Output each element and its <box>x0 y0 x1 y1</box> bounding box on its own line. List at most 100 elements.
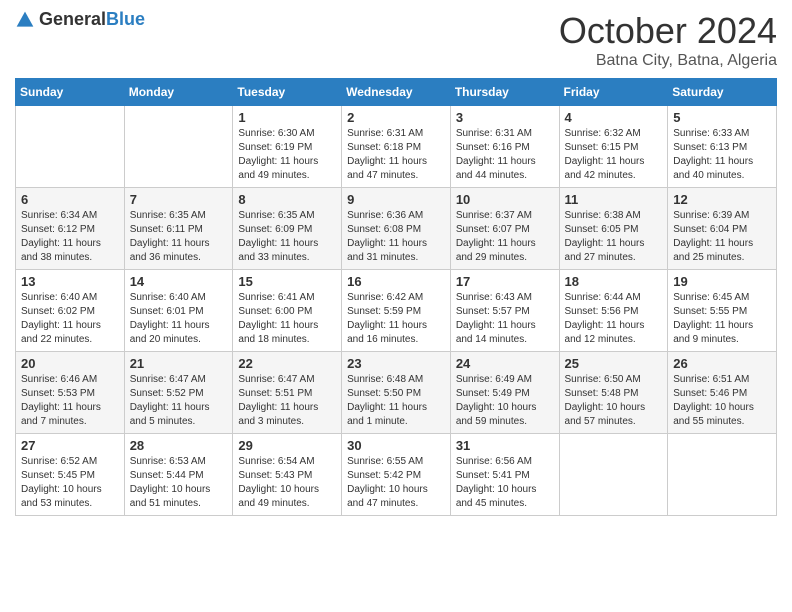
calendar-week-row: 13 Sunrise: 6:40 AM Sunset: 6:02 PM Dayli… <box>16 270 777 352</box>
day-info: Sunrise: 6:31 AM Sunset: 6:18 PM Dayligh… <box>347 127 445 183</box>
day-number: 23 <box>347 356 445 371</box>
calendar-cell: 16 Sunrise: 6:42 AM Sunset: 5:59 PM Dayli… <box>342 270 451 352</box>
day-info: Sunrise: 6:47 AM Sunset: 5:52 PM Dayligh… <box>130 373 228 429</box>
day-number: 10 <box>456 192 554 207</box>
day-number: 15 <box>238 274 336 289</box>
calendar-cell <box>668 434 777 516</box>
calendar-cell: 29 Sunrise: 6:54 AM Sunset: 5:43 PM Dayli… <box>233 434 342 516</box>
day-number: 8 <box>238 192 336 207</box>
day-info: Sunrise: 6:30 AM Sunset: 6:19 PM Dayligh… <box>238 127 336 183</box>
calendar-cell: 30 Sunrise: 6:55 AM Sunset: 5:42 PM Dayli… <box>342 434 451 516</box>
day-number: 24 <box>456 356 554 371</box>
day-info: Sunrise: 6:40 AM Sunset: 6:01 PM Dayligh… <box>130 291 228 347</box>
logo-text-blue: Blue <box>106 9 145 29</box>
calendar-cell: 19Sunrise: 6:45 AM Sunset: 5:55 PM Dayli… <box>668 270 777 352</box>
day-info: Sunrise: 6:34 AM Sunset: 6:12 PM Dayligh… <box>21 209 119 265</box>
day-info: Sunrise: 6:43 AM Sunset: 5:57 PM Dayligh… <box>456 291 554 347</box>
day-number: 29 <box>238 438 336 453</box>
day-number: 7 <box>130 192 228 207</box>
calendar-cell: 23 Sunrise: 6:48 AM Sunset: 5:50 PM Dayli… <box>342 352 451 434</box>
calendar-cell: 28Sunrise: 6:53 AM Sunset: 5:44 PM Dayli… <box>124 434 233 516</box>
calendar-cell: 7 Sunrise: 6:35 AM Sunset: 6:11 PM Daylig… <box>124 188 233 270</box>
day-number: 11 <box>565 192 663 207</box>
day-info: Sunrise: 6:54 AM Sunset: 5:43 PM Dayligh… <box>238 455 336 511</box>
calendar-cell: 15Sunrise: 6:41 AM Sunset: 6:00 PM Dayli… <box>233 270 342 352</box>
logo: GeneralBlue <box>15 10 145 30</box>
day-number: 20 <box>21 356 119 371</box>
day-number: 1 <box>238 110 336 125</box>
day-info: Sunrise: 6:40 AM Sunset: 6:02 PM Dayligh… <box>21 291 119 347</box>
weekday-header: Wednesday <box>342 79 451 106</box>
calendar-cell: 12Sunrise: 6:39 AM Sunset: 6:04 PM Dayli… <box>668 188 777 270</box>
day-number: 12 <box>673 192 771 207</box>
day-number: 27 <box>21 438 119 453</box>
day-number: 4 <box>565 110 663 125</box>
day-info: Sunrise: 6:55 AM Sunset: 5:42 PM Dayligh… <box>347 455 445 511</box>
day-number: 30 <box>347 438 445 453</box>
calendar-week-row: 6 Sunrise: 6:34 AM Sunset: 6:12 PM Daylig… <box>16 188 777 270</box>
calendar-cell: 6 Sunrise: 6:34 AM Sunset: 6:12 PM Daylig… <box>16 188 125 270</box>
day-info: Sunrise: 6:35 AM Sunset: 6:09 PM Dayligh… <box>238 209 336 265</box>
day-info: Sunrise: 6:52 AM Sunset: 5:45 PM Dayligh… <box>21 455 119 511</box>
day-info: Sunrise: 6:50 AM Sunset: 5:48 PM Dayligh… <box>565 373 663 429</box>
calendar-header-row: SundayMondayTuesdayWednesdayThursdayFrid… <box>16 79 777 106</box>
month-title: October 2024 <box>559 10 777 52</box>
calendar-cell: 3Sunrise: 6:31 AM Sunset: 6:16 PM Daylig… <box>450 106 559 188</box>
calendar-cell: 26 Sunrise: 6:51 AM Sunset: 5:46 PM Dayli… <box>668 352 777 434</box>
calendar-cell: 14Sunrise: 6:40 AM Sunset: 6:01 PM Dayli… <box>124 270 233 352</box>
calendar-cell <box>559 434 668 516</box>
day-info: Sunrise: 6:33 AM Sunset: 6:13 PM Dayligh… <box>673 127 771 183</box>
calendar-cell: 22 Sunrise: 6:47 AM Sunset: 5:51 PM Dayli… <box>233 352 342 434</box>
day-info: Sunrise: 6:32 AM Sunset: 6:15 PM Dayligh… <box>565 127 663 183</box>
day-info: Sunrise: 6:49 AM Sunset: 5:49 PM Dayligh… <box>456 373 554 429</box>
day-number: 2 <box>347 110 445 125</box>
calendar-cell: 5 Sunrise: 6:33 AM Sunset: 6:13 PM Daylig… <box>668 106 777 188</box>
weekday-header: Tuesday <box>233 79 342 106</box>
calendar-cell: 20Sunrise: 6:46 AM Sunset: 5:53 PM Dayli… <box>16 352 125 434</box>
calendar: SundayMondayTuesdayWednesdayThursdayFrid… <box>15 78 777 516</box>
calendar-cell: 21 Sunrise: 6:47 AM Sunset: 5:52 PM Dayli… <box>124 352 233 434</box>
calendar-cell: 9 Sunrise: 6:36 AM Sunset: 6:08 PM Daylig… <box>342 188 451 270</box>
calendar-cell: 8 Sunrise: 6:35 AM Sunset: 6:09 PM Daylig… <box>233 188 342 270</box>
title-area: October 2024 Batna City, Batna, Algeria <box>559 10 777 70</box>
day-info: Sunrise: 6:37 AM Sunset: 6:07 PM Dayligh… <box>456 209 554 265</box>
calendar-week-row: 27 Sunrise: 6:52 AM Sunset: 5:45 PM Dayli… <box>16 434 777 516</box>
day-number: 17 <box>456 274 554 289</box>
calendar-cell: 1 Sunrise: 6:30 AM Sunset: 6:19 PM Daylig… <box>233 106 342 188</box>
day-info: Sunrise: 6:42 AM Sunset: 5:59 PM Dayligh… <box>347 291 445 347</box>
calendar-cell: 25 Sunrise: 6:50 AM Sunset: 5:48 PM Dayli… <box>559 352 668 434</box>
day-number: 13 <box>21 274 119 289</box>
calendar-cell: 17 Sunrise: 6:43 AM Sunset: 5:57 PM Dayli… <box>450 270 559 352</box>
calendar-cell: 31 Sunrise: 6:56 AM Sunset: 5:41 PM Dayli… <box>450 434 559 516</box>
weekday-header: Friday <box>559 79 668 106</box>
day-info: Sunrise: 6:36 AM Sunset: 6:08 PM Dayligh… <box>347 209 445 265</box>
day-info: Sunrise: 6:45 AM Sunset: 5:55 PM Dayligh… <box>673 291 771 347</box>
calendar-cell: 2 Sunrise: 6:31 AM Sunset: 6:18 PM Daylig… <box>342 106 451 188</box>
calendar-cell: 13 Sunrise: 6:40 AM Sunset: 6:02 PM Dayli… <box>16 270 125 352</box>
day-info: Sunrise: 6:47 AM Sunset: 5:51 PM Dayligh… <box>238 373 336 429</box>
day-number: 26 <box>673 356 771 371</box>
day-info: Sunrise: 6:51 AM Sunset: 5:46 PM Dayligh… <box>673 373 771 429</box>
day-info: Sunrise: 6:44 AM Sunset: 5:56 PM Dayligh… <box>565 291 663 347</box>
day-number: 5 <box>673 110 771 125</box>
day-number: 6 <box>21 192 119 207</box>
day-info: Sunrise: 6:35 AM Sunset: 6:11 PM Dayligh… <box>130 209 228 265</box>
day-number: 9 <box>347 192 445 207</box>
day-number: 16 <box>347 274 445 289</box>
day-number: 25 <box>565 356 663 371</box>
calendar-cell: 10 Sunrise: 6:37 AM Sunset: 6:07 PM Dayli… <box>450 188 559 270</box>
day-info: Sunrise: 6:48 AM Sunset: 5:50 PM Dayligh… <box>347 373 445 429</box>
weekday-header: Saturday <box>668 79 777 106</box>
day-info: Sunrise: 6:56 AM Sunset: 5:41 PM Dayligh… <box>456 455 554 511</box>
weekday-header: Thursday <box>450 79 559 106</box>
day-number: 28 <box>130 438 228 453</box>
day-number: 18 <box>565 274 663 289</box>
day-info: Sunrise: 6:38 AM Sunset: 6:05 PM Dayligh… <box>565 209 663 265</box>
calendar-cell: 4 Sunrise: 6:32 AM Sunset: 6:15 PM Daylig… <box>559 106 668 188</box>
day-number: 22 <box>238 356 336 371</box>
calendar-cell <box>16 106 125 188</box>
logo-text-general: General <box>39 9 106 29</box>
day-number: 31 <box>456 438 554 453</box>
day-number: 21 <box>130 356 228 371</box>
calendar-cell: 18 Sunrise: 6:44 AM Sunset: 5:56 PM Dayli… <box>559 270 668 352</box>
